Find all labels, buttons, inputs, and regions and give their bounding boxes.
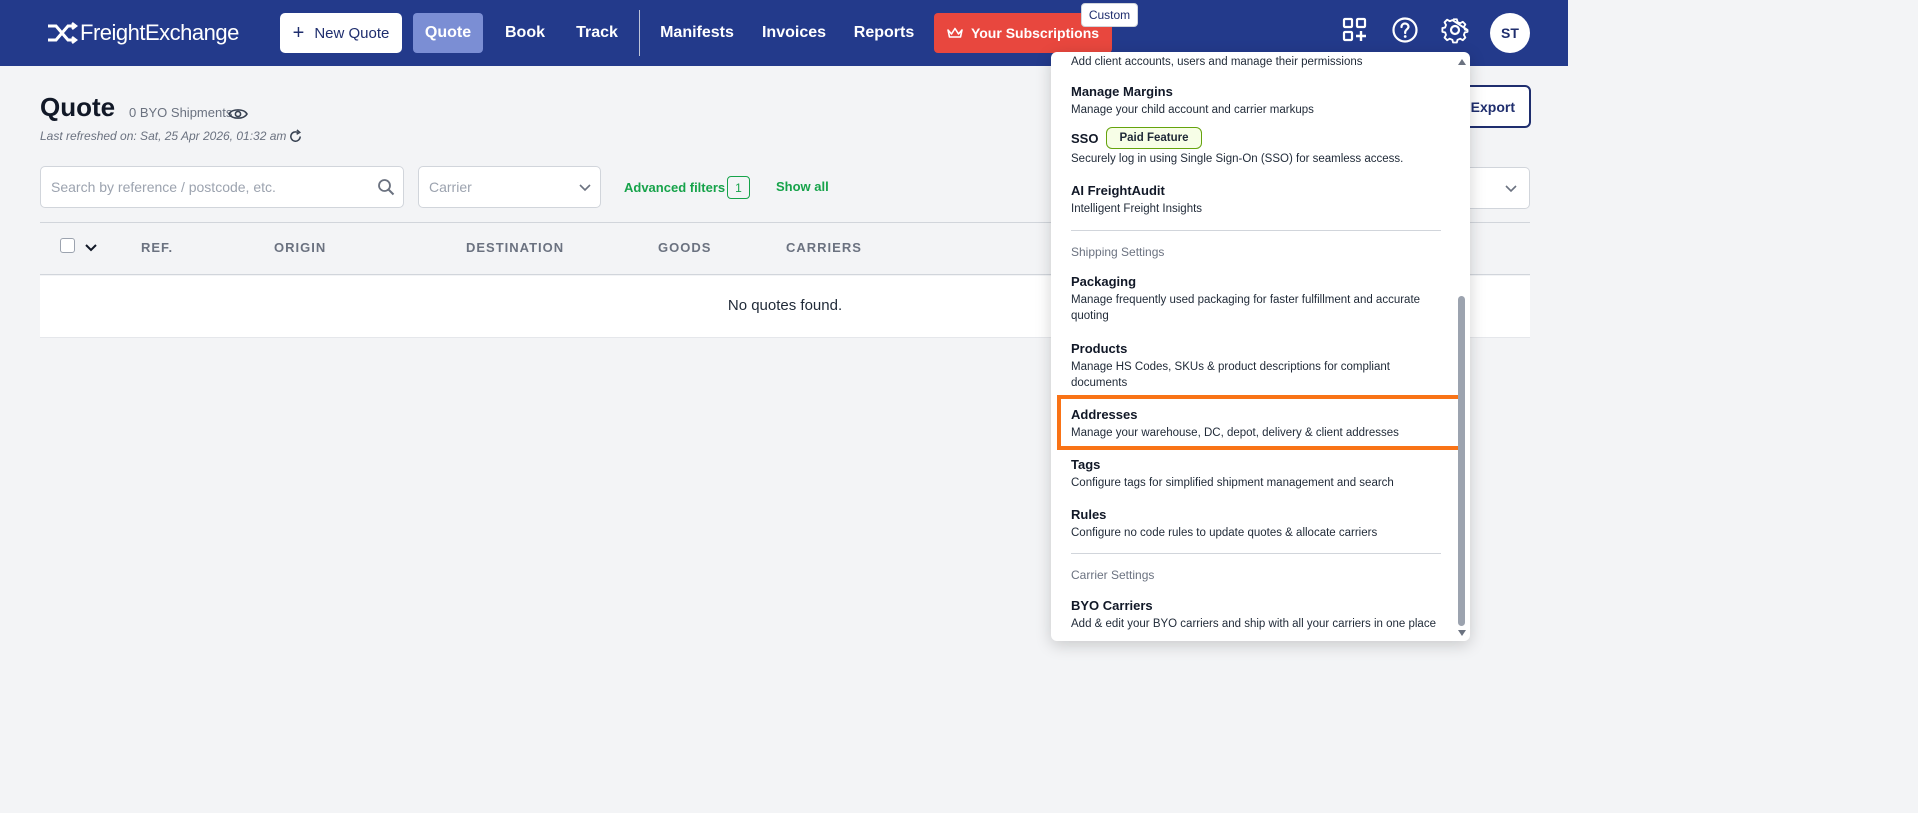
select-all-checkbox[interactable] bbox=[60, 238, 75, 253]
nav-item-reports[interactable]: Reports bbox=[848, 13, 920, 53]
nav-item-book[interactable]: Book bbox=[496, 13, 554, 53]
shipping-settings-heading: Shipping Settings bbox=[1071, 245, 1165, 259]
search-icon[interactable] bbox=[377, 178, 395, 196]
dropdown-item-packaging[interactable]: Packaging Manage frequently used packagi… bbox=[1071, 273, 1461, 324]
column-header-ref[interactable]: REF. bbox=[141, 240, 173, 255]
dropdown-item-partial[interactable]: Add client accounts, users and manage th… bbox=[1071, 52, 1461, 70]
advanced-filters-count-badge: 1 bbox=[727, 176, 750, 199]
subscriptions-label: Your Subscriptions bbox=[970, 25, 1100, 41]
nav-item-manifests[interactable]: Manifests bbox=[652, 13, 742, 53]
nav-divider bbox=[639, 10, 640, 56]
paid-feature-badge: Paid Feature bbox=[1106, 127, 1202, 149]
dropdown-item-tags[interactable]: Tags Configure tags for simplified shipm… bbox=[1071, 456, 1461, 491]
dropdown-item-title: Rules bbox=[1071, 507, 1107, 522]
nav-item-track[interactable]: Track bbox=[568, 13, 626, 53]
dropdown-item-desc: Manage HS Codes, SKUs & product descript… bbox=[1071, 361, 1390, 389]
dropdown-item-desc: Configure no code rules to update quotes… bbox=[1071, 527, 1378, 539]
export-button[interactable]: Export bbox=[1460, 85, 1531, 128]
dropdown-item-title: SSO Paid Feature bbox=[1071, 127, 1461, 149]
user-avatar[interactable]: ST bbox=[1490, 13, 1530, 53]
chevron-down-icon bbox=[1505, 185, 1517, 193]
chevron-down-icon[interactable] bbox=[84, 240, 98, 254]
help-icon[interactable] bbox=[1391, 16, 1419, 44]
custom-badge: Custom bbox=[1081, 3, 1138, 27]
nav-item-quote[interactable]: Quote bbox=[413, 13, 483, 53]
dropdown-separator bbox=[1071, 553, 1441, 554]
dropdown-item-desc: Add client accounts, users and manage th… bbox=[1071, 56, 1363, 68]
refresh-icon[interactable] bbox=[288, 129, 303, 144]
dropdown-item-desc: Manage frequently used packaging for fas… bbox=[1071, 294, 1421, 322]
dropdown-item-title: Addresses bbox=[1071, 407, 1138, 422]
carrier-placeholder: Carrier bbox=[429, 179, 472, 195]
page-title: Quote bbox=[40, 92, 116, 122]
nav-item-invoices[interactable]: Invoices bbox=[756, 13, 832, 53]
advanced-filters-link[interactable]: Advanced filters bbox=[624, 180, 725, 195]
dropdown-item-products[interactable]: Products Manage HS Codes, SKUs & product… bbox=[1071, 340, 1461, 391]
dropdown-item-addresses[interactable]: Addresses Manage your warehouse, DC, dep… bbox=[1071, 406, 1461, 441]
byo-shipments-count: 0 BYO Shipments bbox=[129, 105, 233, 120]
scroll-down-arrow-icon[interactable] bbox=[1457, 629, 1467, 637]
new-quote-button[interactable]: + New Quote bbox=[280, 13, 402, 53]
logo-arrows-icon bbox=[48, 22, 78, 44]
dropdown-item-desc: Securely log in using Single Sign-On (SS… bbox=[1071, 153, 1404, 165]
dropdown-item-rules[interactable]: Rules Configure no code rules to update … bbox=[1071, 506, 1461, 541]
dropdown-item-desc: Add & edit your BYO carriers and ship wi… bbox=[1071, 618, 1436, 630]
dropdown-item-desc: Manage your child account and carrier ma… bbox=[1071, 104, 1314, 116]
chevron-down-icon bbox=[579, 184, 591, 192]
dropdown-item-title: AI FreightAudit bbox=[1071, 183, 1165, 198]
dropdown-item-sso[interactable]: SSO Paid Feature Securely log in using S… bbox=[1071, 127, 1461, 167]
scrollbar-thumb[interactable] bbox=[1458, 296, 1465, 626]
search-box bbox=[40, 166, 404, 208]
dropdown-item-desc: Manage your warehouse, DC, depot, delive… bbox=[1071, 427, 1399, 439]
grid-plus-icon[interactable] bbox=[1341, 16, 1369, 44]
dropdown-item-desc: Configure tags for simplified shipment m… bbox=[1071, 477, 1394, 489]
dropdown-item-title: Manage Margins bbox=[1071, 84, 1173, 99]
dropdown-item-title: BYO Carriers bbox=[1071, 598, 1153, 613]
scroll-up-arrow-icon[interactable] bbox=[1457, 58, 1467, 66]
gear-icon[interactable] bbox=[1441, 16, 1469, 44]
dropdown-separator bbox=[1071, 230, 1441, 231]
column-header-origin[interactable]: ORIGIN bbox=[274, 240, 326, 255]
eye-icon[interactable] bbox=[228, 106, 248, 122]
carrier-settings-heading: Carrier Settings bbox=[1071, 568, 1155, 582]
last-refreshed-text: Last refreshed on: Sat, 25 Apr 2026, 01:… bbox=[40, 129, 287, 143]
search-input[interactable] bbox=[41, 167, 371, 207]
dropdown-item-byo-carriers[interactable]: BYO Carriers Add & edit your BYO carrier… bbox=[1071, 597, 1461, 632]
logo[interactable]: FreightExchange bbox=[46, 19, 239, 47]
dropdown-item-title: Tags bbox=[1071, 457, 1101, 472]
plus-icon: + bbox=[292, 22, 305, 44]
dropdown-item-title: Packaging bbox=[1071, 274, 1137, 289]
dropdown-item-manage-margins[interactable]: Manage Margins Manage your child account… bbox=[1071, 83, 1461, 118]
column-header-carriers[interactable]: CARRIERS bbox=[786, 240, 862, 255]
settings-dropdown: Add client accounts, users and manage th… bbox=[1051, 52, 1470, 641]
new-quote-label: New Quote bbox=[314, 24, 390, 42]
dropdown-scrollbar[interactable] bbox=[1457, 58, 1467, 637]
dropdown-item-ai-freightaudit[interactable]: AI FreightAudit Intelligent Freight Insi… bbox=[1071, 182, 1461, 217]
carrier-select[interactable]: Carrier bbox=[418, 166, 601, 208]
crown-icon bbox=[947, 27, 963, 38]
column-header-destination[interactable]: DESTINATION bbox=[466, 240, 564, 255]
logo-text: FreightExchange bbox=[80, 20, 239, 45]
column-header-goods[interactable]: GOODS bbox=[658, 240, 711, 255]
dropdown-item-title: Products bbox=[1071, 341, 1128, 356]
dropdown-item-desc: Intelligent Freight Insights bbox=[1071, 203, 1203, 215]
show-all-link[interactable]: Show all bbox=[776, 179, 829, 194]
sso-title: SSO bbox=[1071, 130, 1099, 146]
